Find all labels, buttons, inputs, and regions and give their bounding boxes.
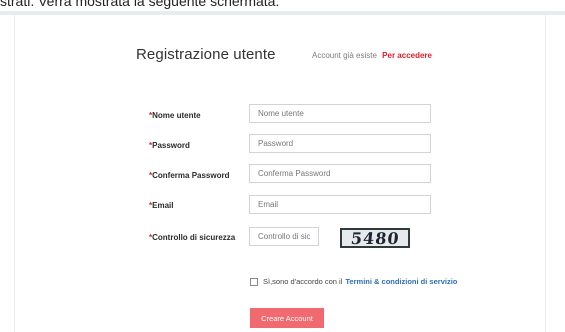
terms-checkbox[interactable] xyxy=(250,277,258,286)
username-label-text: Nome utente xyxy=(152,111,201,120)
email-label-text: Email xyxy=(152,201,174,210)
login-link[interactable]: Per accedere xyxy=(382,51,432,60)
captcha-code: 5480 xyxy=(349,228,401,248)
terms-row: Sì,sono d'accordo con il Termini & condi… xyxy=(250,277,457,286)
password-label: *Password xyxy=(149,139,249,153)
email-input[interactable] xyxy=(249,195,431,214)
email-label: *Email xyxy=(149,199,249,213)
captcha-image[interactable]: 5480 xyxy=(340,228,410,248)
login-hint-text: Account già esiste xyxy=(312,51,377,60)
terms-text: Sì,sono d'accordo con il xyxy=(263,277,343,286)
confirm-password-label: *Conferma Password xyxy=(149,169,249,183)
confirm-password-input[interactable] xyxy=(249,164,431,183)
captcha-input[interactable] xyxy=(249,227,319,246)
password-label-text: Password xyxy=(152,141,190,150)
page-title: Registrazione utente xyxy=(136,46,276,63)
captcha-label-text: Controllo di sicurezza xyxy=(152,233,236,242)
confirm-password-label-text: Conferma Password xyxy=(152,171,230,180)
terms-link[interactable]: Termini & condizioni di servizio xyxy=(345,277,457,286)
password-input[interactable] xyxy=(249,134,431,153)
create-account-button[interactable]: Creare Account xyxy=(250,308,324,328)
login-hint: Account già esiste Per accedere xyxy=(312,51,432,60)
username-input[interactable] xyxy=(249,104,431,123)
captcha-label: *Controllo di sicurezza xyxy=(149,231,241,245)
page-caption: strati. Verrà mostrata la seguente scher… xyxy=(0,0,280,9)
username-label: *Nome utente xyxy=(149,109,249,123)
